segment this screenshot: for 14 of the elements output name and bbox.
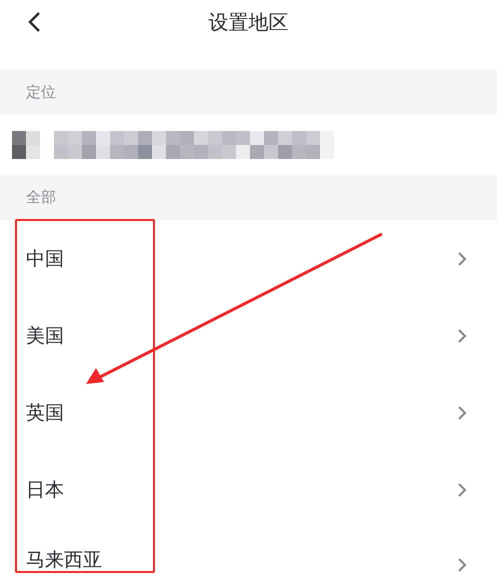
chevron-right-icon[interactable]	[457, 404, 467, 420]
chevron-right-icon[interactable]	[457, 557, 467, 573]
region-name[interactable]: 英国	[26, 400, 64, 426]
chevron-right-icon[interactable]	[457, 482, 467, 498]
region-name[interactable]: 美国	[26, 322, 64, 348]
section-header: 全部	[0, 175, 497, 220]
page-title: 设置地区	[208, 8, 288, 36]
back-icon[interactable]	[27, 11, 41, 33]
chevron-right-icon[interactable]	[457, 250, 467, 266]
chevron-right-icon[interactable]	[457, 328, 467, 344]
region-name[interactable]: 中国	[26, 246, 64, 272]
region-name[interactable]: 马来西亚	[26, 547, 102, 573]
section-header: 定位	[0, 70, 497, 115]
region-name[interactable]: 日本	[26, 476, 64, 502]
